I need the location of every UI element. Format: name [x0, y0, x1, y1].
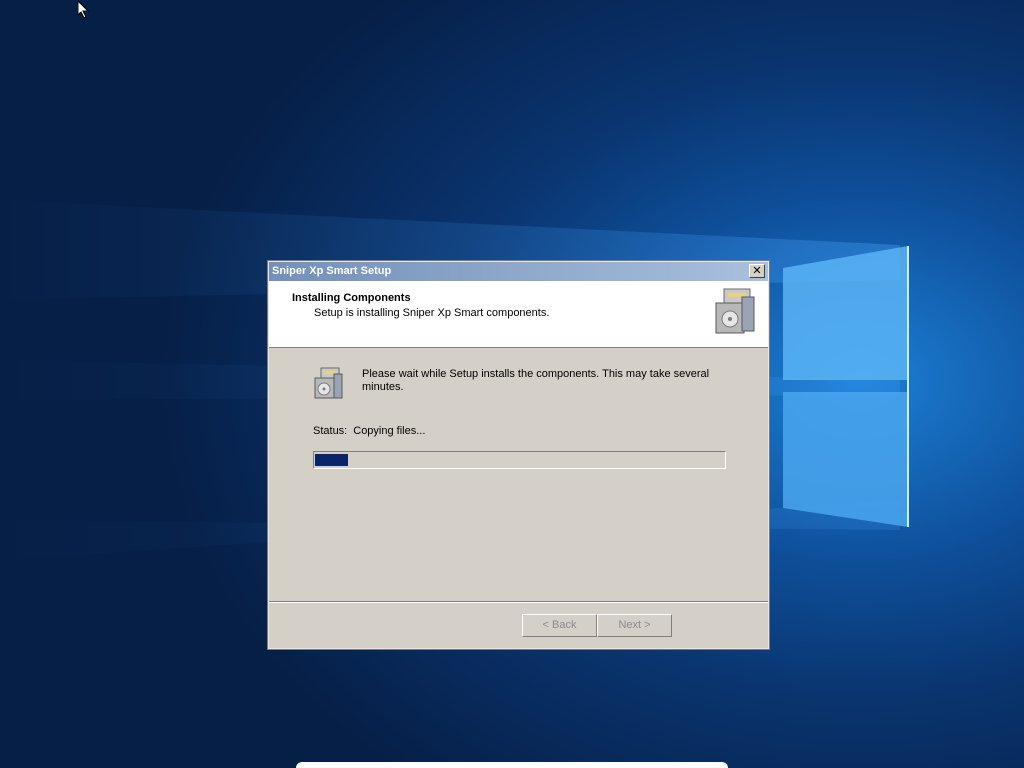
progress-fill — [315, 454, 348, 466]
close-button[interactable]: ✕ — [749, 264, 765, 278]
back-button[interactable]: < Back — [522, 614, 597, 637]
dialog-header: Installing Components Setup is installin… — [269, 281, 768, 348]
taskbar-edge — [296, 762, 728, 768]
next-button[interactable]: Next > — [597, 614, 672, 637]
progress-bar — [313, 451, 726, 469]
button-separator — [269, 601, 768, 603]
installer-box-icon — [715, 288, 755, 334]
installer-box-icon — [314, 367, 343, 399]
title-bar[interactable]: Sniper Xp Smart Setup ✕ — [269, 262, 768, 281]
window-title: Sniper Xp Smart Setup — [272, 265, 392, 277]
page-title: Installing Components — [292, 292, 411, 304]
status-label: Status: — [313, 425, 348, 437]
status-line: Status: Copying files... — [313, 425, 425, 437]
mouse-cursor-icon — [78, 1, 90, 19]
setup-dialog: Sniper Xp Smart Setup ✕ Installing Compo… — [267, 260, 770, 650]
wait-message: Please wait while Setup installs the com… — [362, 368, 710, 393]
page-subtitle: Setup is installing Sniper Xp Smart comp… — [314, 307, 550, 319]
status-value: Copying files... — [353, 425, 426, 437]
